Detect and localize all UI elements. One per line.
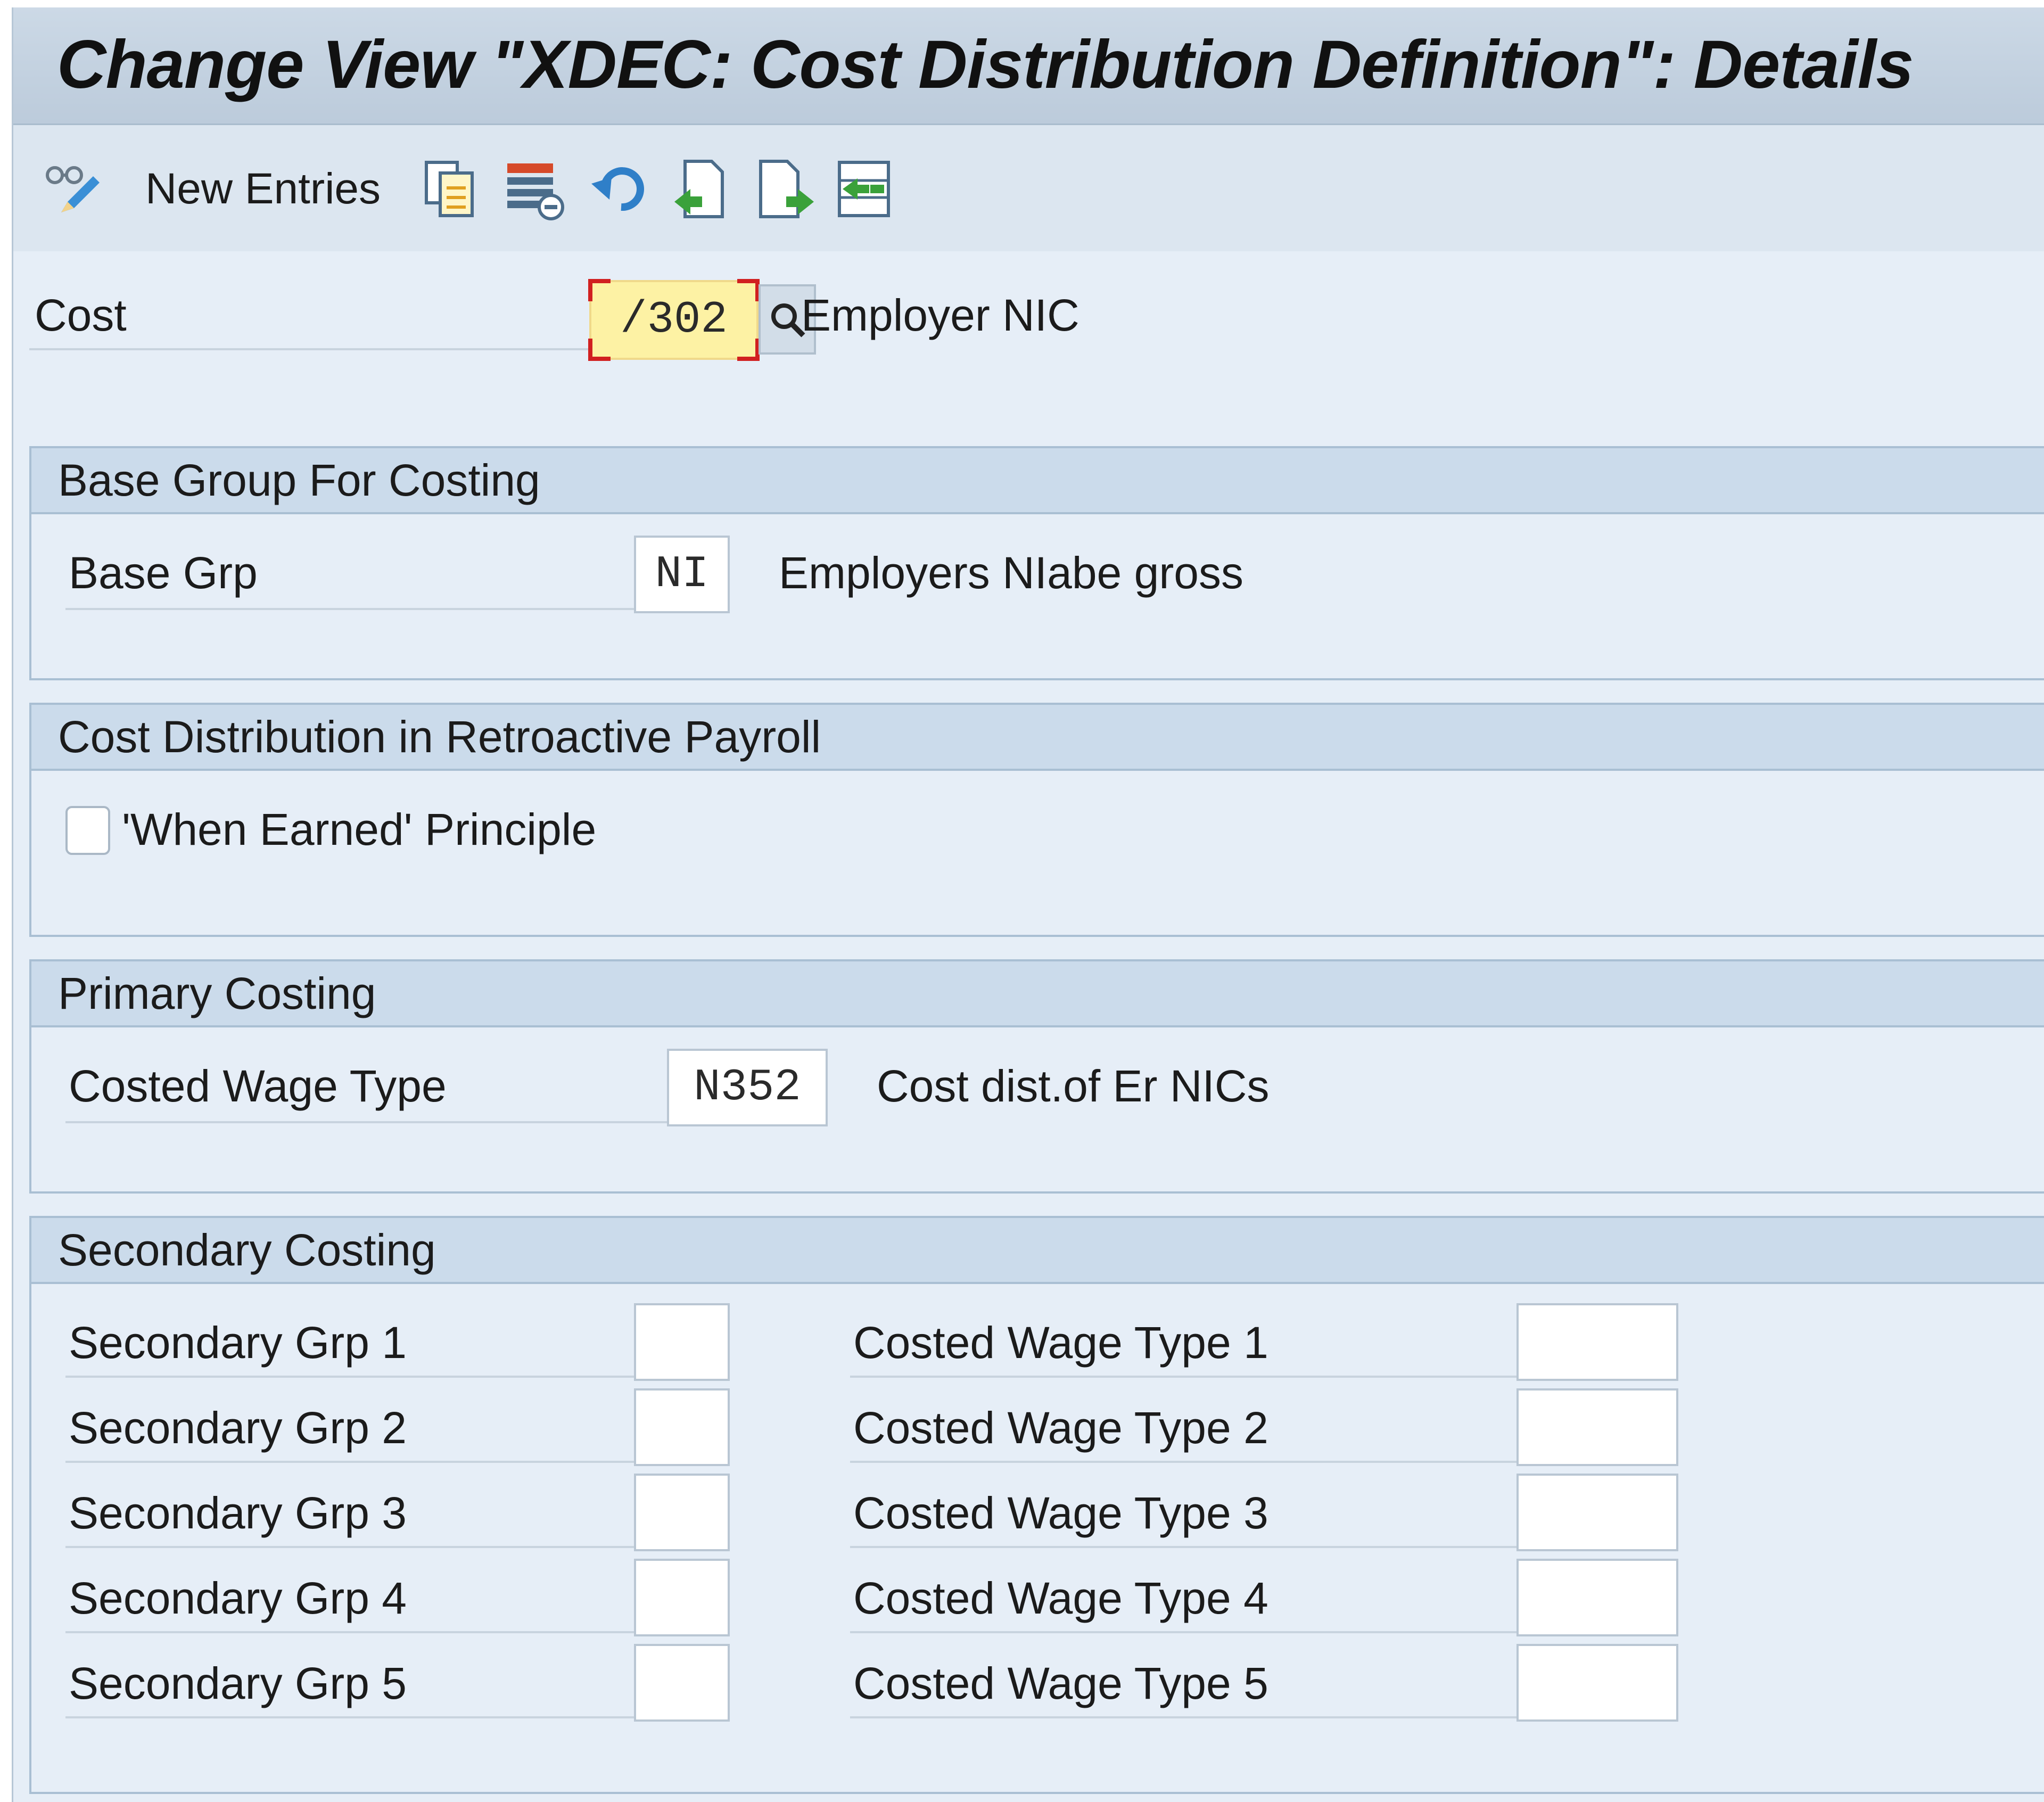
secondary-grp-label: Secondary Grp 3 [69, 1488, 407, 1538]
costed-wage-type-field[interactable] [1516, 1388, 1678, 1466]
costed-wage-type-label: Costed Wage Type [69, 1061, 447, 1111]
secondary-grp-label: Secondary Grp 2 [69, 1403, 407, 1453]
group-header: Base Group For Costing [31, 448, 2044, 514]
new-entries-button[interactable]: New Entries [145, 157, 381, 221]
secondary-grp-field[interactable] [634, 1474, 730, 1551]
sap-window: Change View "XDEC: Cost Distribution Def… [12, 7, 2044, 1802]
row-underline [65, 1546, 651, 1548]
copy-icon[interactable] [419, 157, 483, 221]
group-retroactive-payroll: Cost Distribution in Retroactive Payroll… [29, 703, 2044, 937]
base-grp-underline [65, 608, 651, 610]
secondary-grp-field[interactable] [634, 1388, 730, 1466]
secondary-grp-field[interactable] [634, 1644, 730, 1722]
costed-wage-type-field[interactable] [1516, 1644, 1678, 1722]
group-header: Secondary Costing [31, 1218, 2044, 1284]
cost-description: Employer NIC [801, 290, 1079, 340]
group-base-group-for-costing: Base Group For Costing Base Grp NI Emplo… [29, 446, 2044, 680]
previous-entry-icon[interactable] [669, 157, 733, 221]
group-secondary-costing: Secondary Costing Secondary Grp 1 Costed… [29, 1216, 2044, 1794]
new-entries-label: New Entries [145, 164, 381, 213]
secondary-grp-field[interactable] [634, 1559, 730, 1636]
secondary-grp-label: Secondary Grp 5 [69, 1658, 407, 1708]
row-underline [850, 1376, 1526, 1378]
secondary-grp-label: Secondary Grp 4 [69, 1573, 407, 1623]
row-underline [65, 1376, 651, 1378]
costed-wage-type-label: Costed Wage Type 5 [853, 1658, 1268, 1708]
delete-icon[interactable] [503, 157, 567, 221]
costed-wage-type-label: Costed Wage Type 4 [853, 1573, 1268, 1623]
cost-label-underline [29, 348, 588, 350]
focus-corner-bl [588, 339, 611, 361]
group-title: Primary Costing [58, 968, 376, 1018]
page-title: Change View "XDEC: Cost Distribution Def… [57, 27, 1914, 103]
group-primary-costing: Primary Costing Costed Wage Type N352 Co… [29, 959, 2044, 1194]
row-underline [850, 1631, 1526, 1633]
title-bar: Change View "XDEC: Cost Distribution Def… [13, 7, 2044, 125]
next-entry-icon[interactable] [754, 157, 818, 221]
costed-wage-type-field[interactable]: N352 [667, 1049, 828, 1126]
costed-wage-type-description: Cost dist.of Er NICs [877, 1061, 1270, 1111]
base-grp-label: Base Grp [69, 548, 258, 598]
row-underline [850, 1461, 1526, 1463]
row-underline [65, 1461, 651, 1463]
row-underline [850, 1546, 1526, 1548]
when-earned-checkbox[interactable] [65, 806, 110, 855]
display-change-icon[interactable] [40, 157, 104, 221]
costed-wage-type-label: Costed Wage Type 1 [853, 1318, 1268, 1368]
secondary-grp-label: Secondary Grp 1 [69, 1318, 407, 1368]
group-title: Base Group For Costing [58, 455, 540, 505]
costed-wage-type-label: Costed Wage Type 3 [853, 1488, 1268, 1538]
base-grp-value: NI [655, 549, 709, 600]
cost-label: Cost [35, 290, 127, 340]
costed-wage-type-field[interactable] [1516, 1303, 1678, 1381]
group-header: Cost Distribution in Retroactive Payroll [31, 705, 2044, 771]
group-title: Cost Distribution in Retroactive Payroll [58, 712, 821, 762]
costed-wage-type-field[interactable] [1516, 1559, 1678, 1636]
focus-corner-br [737, 339, 760, 361]
costed-wage-type-field[interactable] [1516, 1474, 1678, 1551]
undo-icon[interactable] [588, 157, 652, 221]
cost-value: /302 [620, 294, 728, 345]
costed-wage-type-value: N352 [694, 1062, 801, 1113]
focus-corner-tr [737, 279, 760, 301]
secondary-grp-field[interactable] [634, 1303, 730, 1381]
row-underline [65, 1716, 651, 1718]
application-toolbar: New Entries [13, 125, 2044, 251]
row-underline [65, 1631, 651, 1633]
when-earned-label[interactable]: 'When Earned' Principle [122, 804, 596, 855]
group-header: Primary Costing [31, 961, 2044, 1027]
group-title: Secondary Costing [58, 1225, 436, 1275]
cost-field[interactable]: /302 [588, 279, 760, 361]
other-entry-icon[interactable] [832, 157, 896, 221]
row-underline [850, 1716, 1526, 1718]
base-grp-field[interactable]: NI [634, 536, 730, 613]
costed-wage-type-underline [65, 1121, 683, 1123]
costed-wage-type-label: Costed Wage Type 2 [853, 1403, 1268, 1453]
base-grp-description: Employers NIabe gross [779, 548, 1244, 598]
focus-corner-tl [588, 279, 611, 301]
